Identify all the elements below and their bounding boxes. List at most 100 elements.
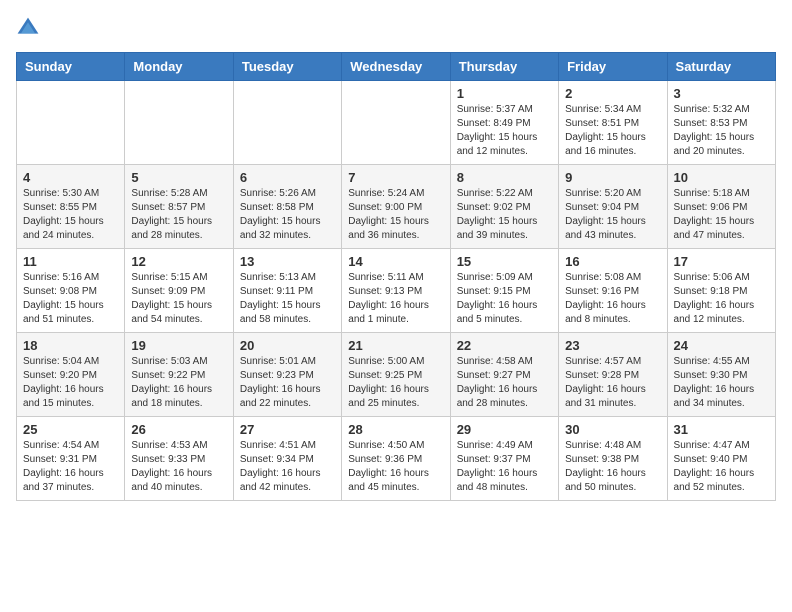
calendar-cell: 25Sunrise: 4:54 AM Sunset: 9:31 PM Dayli… bbox=[17, 417, 125, 501]
day-info: Sunrise: 4:53 AM Sunset: 9:33 PM Dayligh… bbox=[131, 439, 226, 495]
weekday-header-row: SundayMondayTuesdayWednesdayThursdayFrid… bbox=[17, 53, 776, 81]
day-info: Sunrise: 4:57 AM Sunset: 9:28 PM Dayligh… bbox=[565, 355, 660, 411]
calendar-cell: 19 Sunrise: 5:03 AM Sunset: 9:22 PM Dayli… bbox=[125, 333, 233, 417]
day-number: 21 bbox=[348, 338, 443, 353]
day-info: Sunrise: 5:09 AM Sunset: 9:15 PM Dayligh… bbox=[457, 271, 552, 327]
day-info: Sunrise: 5:03 AM Sunset: 9:22 PM Dayligh… bbox=[131, 355, 226, 411]
day-number: 29 bbox=[457, 422, 552, 437]
day-number: 16 bbox=[565, 254, 660, 269]
logo-icon bbox=[16, 16, 40, 40]
day-number: 24 bbox=[674, 338, 769, 353]
day-info: Sunrise: 4:49 AM Sunset: 9:37 PM Dayligh… bbox=[457, 439, 552, 495]
weekday-header-friday: Friday bbox=[559, 53, 667, 81]
day-number: 12 bbox=[131, 254, 226, 269]
calendar-table: SundayMondayTuesdayWednesdayThursdayFrid… bbox=[16, 52, 776, 501]
day-number: 28 bbox=[348, 422, 443, 437]
page-header bbox=[16, 16, 776, 40]
calendar-cell: 13 Sunrise: 5:13 AM Sunset: 9:11 PM Dayli… bbox=[233, 249, 341, 333]
calendar-week-row: 1 Sunrise: 5:37 AM Sunset: 8:49 PM Daylig… bbox=[17, 81, 776, 165]
day-info: Sunrise: 5:13 AM Sunset: 9:11 PM Dayligh… bbox=[240, 271, 335, 327]
calendar-cell: 22Sunrise: 4:58 AM Sunset: 9:27 PM Dayli… bbox=[450, 333, 558, 417]
day-info: Sunrise: 5:11 AM Sunset: 9:13 PM Dayligh… bbox=[348, 271, 443, 327]
day-info: Sunrise: 5:01 AM Sunset: 9:23 PM Dayligh… bbox=[240, 355, 335, 411]
calendar-cell: 17 Sunrise: 5:06 AM Sunset: 9:18 PM Dayli… bbox=[667, 249, 775, 333]
day-info: Sunrise: 5:18 AM Sunset: 9:06 PM Dayligh… bbox=[674, 187, 769, 243]
calendar-cell: 10 Sunrise: 5:18 AM Sunset: 9:06 PM Dayli… bbox=[667, 165, 775, 249]
day-info: Sunrise: 5:30 AM Sunset: 8:55 PM Dayligh… bbox=[23, 187, 118, 243]
day-info: Sunrise: 4:55 AM Sunset: 9:30 PM Dayligh… bbox=[674, 355, 769, 411]
calendar-cell: 2Sunrise: 5:34 AM Sunset: 8:51 PM Daylig… bbox=[559, 81, 667, 165]
day-number: 5 bbox=[131, 170, 226, 185]
day-number: 19 bbox=[131, 338, 226, 353]
calendar-cell bbox=[17, 81, 125, 165]
day-number: 26 bbox=[131, 422, 226, 437]
day-number: 27 bbox=[240, 422, 335, 437]
calendar-cell: 23 Sunrise: 4:57 AM Sunset: 9:28 PM Dayli… bbox=[559, 333, 667, 417]
day-info: Sunrise: 4:50 AM Sunset: 9:36 PM Dayligh… bbox=[348, 439, 443, 495]
calendar-cell: 29 Sunrise: 4:49 AM Sunset: 9:37 PM Dayli… bbox=[450, 417, 558, 501]
calendar-cell: 24 Sunrise: 4:55 AM Sunset: 9:30 PM Dayli… bbox=[667, 333, 775, 417]
day-info: Sunrise: 5:20 AM Sunset: 9:04 PM Dayligh… bbox=[565, 187, 660, 243]
calendar-cell: 7 Sunrise: 5:24 AM Sunset: 9:00 PM Daylig… bbox=[342, 165, 450, 249]
calendar-cell: 9 Sunrise: 5:20 AM Sunset: 9:04 PM Daylig… bbox=[559, 165, 667, 249]
calendar-cell bbox=[233, 81, 341, 165]
day-number: 31 bbox=[674, 422, 769, 437]
day-number: 11 bbox=[23, 254, 118, 269]
weekday-header-monday: Monday bbox=[125, 53, 233, 81]
day-number: 8 bbox=[457, 170, 552, 185]
calendar-week-row: 4 Sunrise: 5:30 AM Sunset: 8:55 PM Daylig… bbox=[17, 165, 776, 249]
calendar-cell: 5 Sunrise: 5:28 AM Sunset: 8:57 PM Daylig… bbox=[125, 165, 233, 249]
calendar-cell bbox=[125, 81, 233, 165]
calendar-cell: 28 Sunrise: 4:50 AM Sunset: 9:36 PM Dayli… bbox=[342, 417, 450, 501]
calendar-cell: 27 Sunrise: 4:51 AM Sunset: 9:34 PM Dayli… bbox=[233, 417, 341, 501]
calendar-cell: 31 Sunrise: 4:47 AM Sunset: 9:40 PM Dayli… bbox=[667, 417, 775, 501]
day-number: 20 bbox=[240, 338, 335, 353]
calendar-cell: 1 Sunrise: 5:37 AM Sunset: 8:49 PM Daylig… bbox=[450, 81, 558, 165]
weekday-header-sunday: Sunday bbox=[17, 53, 125, 81]
calendar-cell bbox=[342, 81, 450, 165]
calendar-cell: 15 Sunrise: 5:09 AM Sunset: 9:15 PM Dayli… bbox=[450, 249, 558, 333]
day-number: 3 bbox=[674, 86, 769, 101]
day-number: 2 bbox=[565, 86, 660, 101]
day-info: Sunrise: 5:06 AM Sunset: 9:18 PM Dayligh… bbox=[674, 271, 769, 327]
day-number: 30 bbox=[565, 422, 660, 437]
weekday-header-wednesday: Wednesday bbox=[342, 53, 450, 81]
weekday-header-thursday: Thursday bbox=[450, 53, 558, 81]
day-number: 9 bbox=[565, 170, 660, 185]
day-info: Sunrise: 5:08 AM Sunset: 9:16 PM Dayligh… bbox=[565, 271, 660, 327]
day-info: Sunrise: 5:00 AM Sunset: 9:25 PM Dayligh… bbox=[348, 355, 443, 411]
day-number: 1 bbox=[457, 86, 552, 101]
day-info: Sunrise: 5:28 AM Sunset: 8:57 PM Dayligh… bbox=[131, 187, 226, 243]
day-number: 10 bbox=[674, 170, 769, 185]
calendar-cell: 8Sunrise: 5:22 AM Sunset: 9:02 PM Daylig… bbox=[450, 165, 558, 249]
logo bbox=[16, 16, 44, 40]
calendar-cell: 14Sunrise: 5:11 AM Sunset: 9:13 PM Dayli… bbox=[342, 249, 450, 333]
day-info: Sunrise: 5:04 AM Sunset: 9:20 PM Dayligh… bbox=[23, 355, 118, 411]
calendar-cell: 6Sunrise: 5:26 AM Sunset: 8:58 PM Daylig… bbox=[233, 165, 341, 249]
calendar-week-row: 18 Sunrise: 5:04 AM Sunset: 9:20 PM Dayli… bbox=[17, 333, 776, 417]
calendar-cell: 21 Sunrise: 5:00 AM Sunset: 9:25 PM Dayli… bbox=[342, 333, 450, 417]
calendar-cell: 11 Sunrise: 5:16 AM Sunset: 9:08 PM Dayli… bbox=[17, 249, 125, 333]
calendar-cell: 16 Sunrise: 5:08 AM Sunset: 9:16 PM Dayli… bbox=[559, 249, 667, 333]
calendar-cell: 18 Sunrise: 5:04 AM Sunset: 9:20 PM Dayli… bbox=[17, 333, 125, 417]
day-info: Sunrise: 5:16 AM Sunset: 9:08 PM Dayligh… bbox=[23, 271, 118, 327]
day-number: 17 bbox=[674, 254, 769, 269]
day-info: Sunrise: 5:37 AM Sunset: 8:49 PM Dayligh… bbox=[457, 103, 552, 159]
day-number: 7 bbox=[348, 170, 443, 185]
calendar-cell: 12 Sunrise: 5:15 AM Sunset: 9:09 PM Dayli… bbox=[125, 249, 233, 333]
day-info: Sunrise: 5:15 AM Sunset: 9:09 PM Dayligh… bbox=[131, 271, 226, 327]
day-number: 23 bbox=[565, 338, 660, 353]
day-info: Sunrise: 4:54 AM Sunset: 9:31 PM Dayligh… bbox=[23, 439, 118, 495]
day-number: 18 bbox=[23, 338, 118, 353]
day-number: 15 bbox=[457, 254, 552, 269]
day-info: Sunrise: 5:24 AM Sunset: 9:00 PM Dayligh… bbox=[348, 187, 443, 243]
calendar-cell: 3Sunrise: 5:32 AM Sunset: 8:53 PM Daylig… bbox=[667, 81, 775, 165]
calendar-cell: 30Sunrise: 4:48 AM Sunset: 9:38 PM Dayli… bbox=[559, 417, 667, 501]
day-number: 4 bbox=[23, 170, 118, 185]
day-number: 13 bbox=[240, 254, 335, 269]
day-info: Sunrise: 4:47 AM Sunset: 9:40 PM Dayligh… bbox=[674, 439, 769, 495]
calendar-cell: 4 Sunrise: 5:30 AM Sunset: 8:55 PM Daylig… bbox=[17, 165, 125, 249]
calendar-cell: 26 Sunrise: 4:53 AM Sunset: 9:33 PM Dayli… bbox=[125, 417, 233, 501]
calendar-cell: 20 Sunrise: 5:01 AM Sunset: 9:23 PM Dayli… bbox=[233, 333, 341, 417]
day-info: Sunrise: 4:51 AM Sunset: 9:34 PM Dayligh… bbox=[240, 439, 335, 495]
